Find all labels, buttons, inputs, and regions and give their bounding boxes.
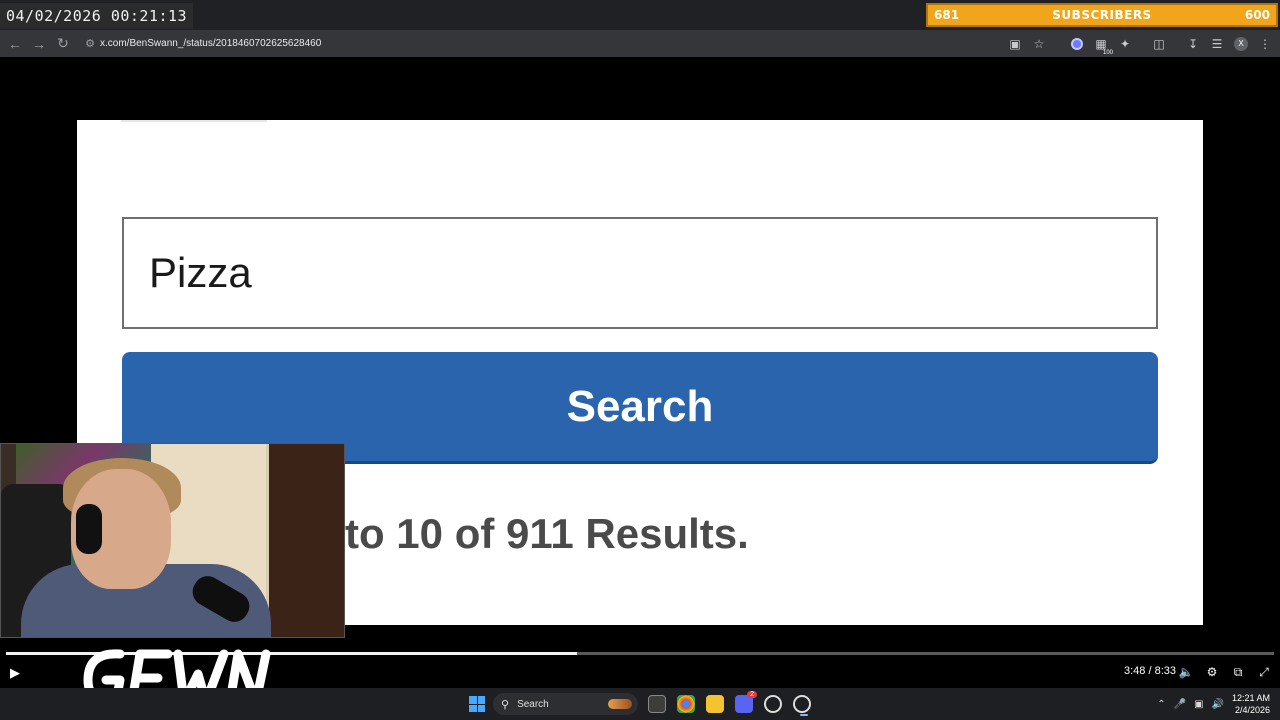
- windows-taskbar: ⚲ Search 2 ⌃ 🎤 ▣ 🔊 12:21 AM 2/4/2026: [0, 688, 1280, 720]
- clock-date: 2/4/2026: [1234, 705, 1270, 715]
- search-input: Pizza: [122, 217, 1158, 329]
- discord-icon[interactable]: 2: [735, 691, 757, 713]
- browser-toolbar: ← → ↻ ⚙ x.com/BenSwann_/status/201846070…: [0, 30, 1280, 57]
- subscriber-goal: 600: [1244, 8, 1270, 22]
- subscriber-label: SUBSCRIBERS: [1052, 8, 1152, 22]
- puzzle-extensions-icon[interactable]: ✦: [1116, 35, 1134, 53]
- obs-icon[interactable]: [793, 695, 811, 716]
- webcam-overlay: [0, 443, 345, 638]
- search-highlight-icon: [608, 699, 632, 709]
- windows-start-icon[interactable]: [469, 696, 485, 712]
- taskbar-search[interactable]: ⚲ Search: [493, 693, 638, 715]
- volume-icon[interactable]: 🔈: [1178, 664, 1194, 680]
- subscriber-count: 681: [934, 8, 960, 22]
- stream-timestamp: 04/02/2026 00:21:13: [0, 3, 194, 29]
- chevron-up-icon[interactable]: ⌃: [1157, 699, 1165, 710]
- screen: 04/02/2026 00:21:13 681 SUBSCRIBERS 600 …: [0, 0, 1280, 720]
- results-count-text: to 10 of 911 Results.: [345, 510, 749, 557]
- exit-fullscreen-icon[interactable]: ⤢: [1256, 664, 1272, 680]
- chrome-icon[interactable]: [677, 695, 695, 713]
- top-divider: [121, 120, 267, 122]
- media-controls-icon[interactable]: ☰: [1208, 35, 1226, 53]
- display-icon[interactable]: ▣: [1194, 699, 1203, 710]
- install-app-icon[interactable]: ▣: [1006, 35, 1024, 53]
- kebab-menu-icon[interactable]: ⋮: [1256, 35, 1274, 53]
- system-tray: ⌃ 🎤 ▣ 🔊 12:21 AM 2/4/2026: [1157, 692, 1270, 716]
- speaker-icon[interactable]: 🔊: [1212, 699, 1224, 710]
- player-controls-right: 🔈 ⚙ ⧉ ⤢: [1178, 664, 1272, 680]
- time-readout: 3:48 / 8:33: [1124, 665, 1176, 677]
- bookmark-star-icon[interactable]: ☆: [1030, 35, 1048, 53]
- headset: [76, 504, 102, 554]
- profile-icon[interactable]: X: [1232, 35, 1250, 53]
- extension-counter-icon[interactable]: ▦ 100: [1092, 35, 1114, 56]
- extension-icon[interactable]: [1068, 35, 1086, 53]
- back-icon[interactable]: ←: [3, 32, 27, 56]
- task-view-icon[interactable]: [648, 695, 666, 713]
- taskbar-search-label: Search: [517, 698, 549, 710]
- popout-icon[interactable]: ⧉: [1230, 664, 1246, 680]
- site-info-icon[interactable]: ⚙: [80, 37, 100, 50]
- subscriber-goal-bar: 681 SUBSCRIBERS 600: [926, 3, 1278, 27]
- settings-gear-icon[interactable]: ⚙: [1204, 664, 1220, 680]
- clock-app-icon[interactable]: [764, 695, 782, 713]
- file-explorer-icon[interactable]: [706, 695, 724, 713]
- clock-time: 12:21 AM: [1231, 693, 1270, 703]
- extension-badge: 100: [1101, 49, 1114, 56]
- toolbar-actions: ▣ ☆ ▦ 100 ✦ ◫ ↧ ☰ X ⋮: [1006, 32, 1274, 56]
- play-icon[interactable]: ▶: [6, 664, 24, 682]
- taskbar-clock[interactable]: 12:21 AM 2/4/2026: [1232, 692, 1270, 716]
- search-icon: ⚲: [501, 698, 510, 711]
- address-bar[interactable]: ⚙ x.com/BenSwann_/status/201846070262562…: [80, 32, 1000, 55]
- url-text: x.com/BenSwann_/status/20184607026256284…: [100, 38, 322, 49]
- microphone-icon[interactable]: 🎤: [1174, 699, 1186, 710]
- discord-badge: 2: [747, 691, 757, 698]
- forward-icon[interactable]: →: [27, 32, 51, 56]
- door: [266, 444, 344, 637]
- reload-icon[interactable]: ↻: [51, 32, 75, 56]
- download-icon[interactable]: ↧: [1184, 35, 1202, 53]
- split-view-icon[interactable]: ◫: [1150, 35, 1168, 53]
